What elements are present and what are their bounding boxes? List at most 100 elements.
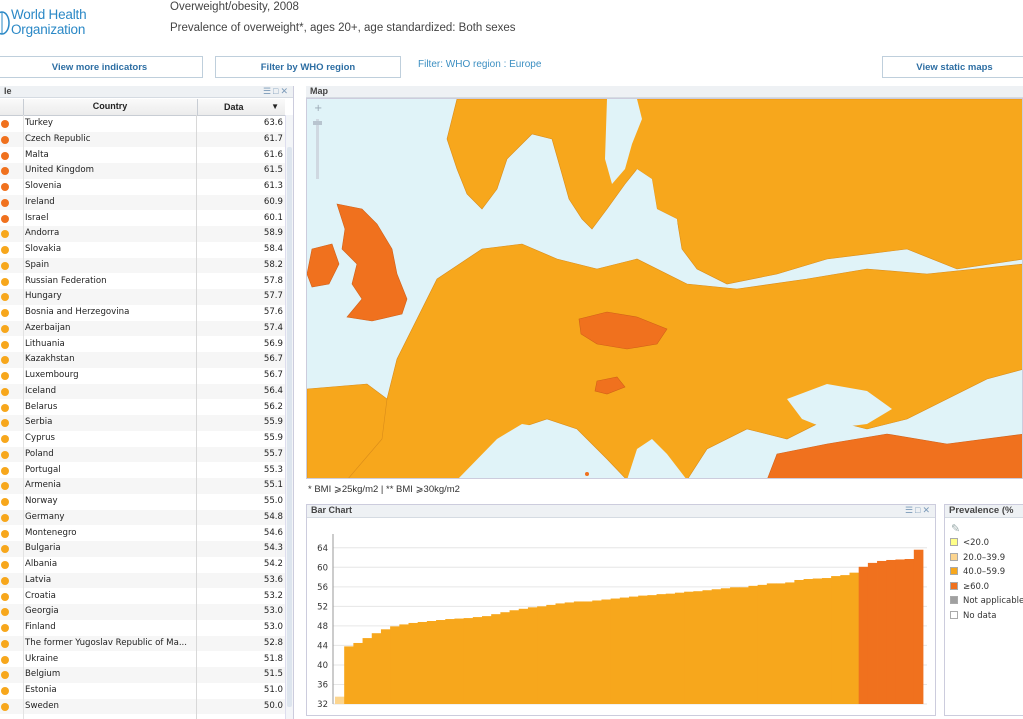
chart-bar[interactable] xyxy=(840,575,850,704)
bar-menu-icon[interactable]: ☰ xyxy=(905,505,915,515)
chart-bar[interactable] xyxy=(849,572,860,704)
table-row[interactable]: Malta 61.6 xyxy=(0,148,285,164)
table-row[interactable]: Slovenia 61.3 xyxy=(0,179,285,195)
chart-bar[interactable] xyxy=(785,582,795,704)
chart-bar[interactable] xyxy=(564,602,575,704)
table-row[interactable]: Russian Federation 57.8 xyxy=(0,274,285,290)
chart-bar[interactable] xyxy=(546,604,556,704)
chart-bar[interactable] xyxy=(537,606,547,704)
sort-desc-icon[interactable]: ▼ xyxy=(271,99,279,115)
map-view[interactable]: + xyxy=(306,98,1023,479)
chart-bar[interactable] xyxy=(794,579,804,704)
chart-bar[interactable] xyxy=(426,621,437,704)
chart-bar[interactable] xyxy=(812,578,823,704)
table-row[interactable]: Cyprus 55.9 xyxy=(0,431,285,447)
menu-icon[interactable]: ☰ xyxy=(263,86,273,96)
chart-bar[interactable] xyxy=(656,594,667,704)
country-column-header[interactable]: Country xyxy=(24,101,196,111)
europe-map[interactable]: + xyxy=(307,99,1023,479)
chart-bar[interactable] xyxy=(867,562,878,704)
chart-bar[interactable] xyxy=(638,595,648,704)
chart-bar[interactable] xyxy=(436,620,446,704)
chart-bar[interactable] xyxy=(702,590,713,704)
pencil-icon[interactable]: ✎ xyxy=(951,522,960,535)
table-row[interactable]: Hungary 57.7 xyxy=(0,289,285,305)
table-row[interactable]: Andorra 58.9 xyxy=(0,226,285,242)
data-column-header[interactable]: Data ▼ xyxy=(197,99,285,115)
chart-bar[interactable] xyxy=(776,583,786,704)
chart-bar[interactable] xyxy=(665,593,676,704)
chart-bar[interactable] xyxy=(482,616,492,704)
chart-bar[interactable] xyxy=(886,559,896,704)
chart-bar[interactable] xyxy=(527,607,538,704)
chart-bar[interactable] xyxy=(399,624,409,704)
chart-bar[interactable] xyxy=(390,626,400,704)
chart-bar[interactable] xyxy=(417,621,428,704)
table-row[interactable]: Germany 54.8 xyxy=(0,509,285,526)
chart-bar[interactable] xyxy=(380,629,391,704)
view-static-maps-button[interactable]: View static maps xyxy=(882,56,1023,78)
chart-bar[interactable] xyxy=(445,619,455,704)
chart-bar[interactable] xyxy=(904,558,915,704)
table-row[interactable]: Slovakia 58.4 xyxy=(0,242,285,258)
table-row[interactable]: Bosnia and Herzegovina 57.6 xyxy=(0,305,285,321)
who-logo[interactable]: World Health Organization xyxy=(0,4,100,38)
table-row[interactable]: Albania 54.2 xyxy=(0,557,285,573)
chart-bar[interactable] xyxy=(491,614,501,704)
table-row[interactable]: Montenegro 54.6 xyxy=(0,526,285,542)
table-row[interactable]: Serbia 55.9 xyxy=(0,415,285,431)
view-more-indicators-button[interactable]: View more indicators xyxy=(0,56,203,78)
table-row[interactable]: Kazakhstan 56.7 xyxy=(0,352,285,368)
chart-bar[interactable] xyxy=(913,549,924,704)
chart-bar[interactable] xyxy=(674,592,685,704)
chart-bar[interactable] xyxy=(720,588,731,704)
chart-bar[interactable] xyxy=(757,584,768,704)
chart-bar[interactable] xyxy=(583,601,593,704)
chart-bar[interactable] xyxy=(895,559,906,704)
chart-bar[interactable] xyxy=(831,576,841,704)
table-row[interactable]: Armenia 55.1 xyxy=(0,478,285,494)
chart-bar[interactable] xyxy=(629,596,639,704)
chart-bar[interactable] xyxy=(748,585,759,704)
chart-bar[interactable] xyxy=(500,612,510,704)
table-row[interactable]: Estonia 51.0 xyxy=(0,683,285,699)
chart-bar[interactable] xyxy=(877,560,887,704)
chart-bar[interactable] xyxy=(555,603,566,704)
table-row[interactable]: Belgium 51.5 xyxy=(0,667,285,683)
table-row[interactable]: Azerbaijan 57.4 xyxy=(0,320,285,337)
table-row[interactable]: Latvia 53.6 xyxy=(0,572,285,589)
chart-bar[interactable] xyxy=(463,618,474,704)
chart-bar[interactable] xyxy=(592,600,602,704)
bar-close-icon[interactable]: ✕ xyxy=(922,505,932,515)
chart-bar[interactable] xyxy=(601,599,612,704)
table-row[interactable]: Lithuania 56.9 xyxy=(0,337,285,353)
chart-bar[interactable] xyxy=(739,587,749,704)
chart-bar[interactable] xyxy=(509,610,520,704)
table-row[interactable]: The former Yugoslav Republic of Ma... 52.… xyxy=(0,635,285,652)
close-icon[interactable]: ✕ xyxy=(280,86,290,96)
chart-bar[interactable] xyxy=(472,617,483,704)
chart-bar[interactable] xyxy=(711,589,722,704)
chart-bar[interactable] xyxy=(766,583,777,704)
chart-bar[interactable] xyxy=(821,578,832,704)
chart-bar[interactable] xyxy=(371,633,382,704)
chart-bar[interactable] xyxy=(684,591,694,704)
table-row[interactable]: Ukraine 51.8 xyxy=(0,652,285,668)
chart-bar[interactable] xyxy=(647,595,657,704)
table-row[interactable]: Poland 55.7 xyxy=(0,446,285,463)
table-row[interactable]: Ireland 60.9 xyxy=(0,194,285,211)
table-row[interactable]: Czech Republic 61.7 xyxy=(0,131,285,148)
table-row[interactable]: Luxembourg 56.7 xyxy=(0,368,285,384)
chart-bar[interactable] xyxy=(335,696,345,704)
table-row[interactable]: Finland 53.0 xyxy=(0,620,285,636)
chart-bar[interactable] xyxy=(730,587,740,704)
chart-bar[interactable] xyxy=(693,591,703,704)
chart-bar[interactable] xyxy=(408,622,419,704)
chart-bar[interactable] xyxy=(353,642,363,704)
chart-bar[interactable] xyxy=(803,579,814,704)
chart-bar[interactable] xyxy=(619,597,630,704)
scrollbar-thumb[interactable] xyxy=(287,147,292,707)
table-row[interactable]: Turkey 63.6 xyxy=(0,116,285,132)
table-row[interactable]: Belarus 56.2 xyxy=(0,400,285,416)
table-row[interactable]: Israel 60.1 xyxy=(0,211,285,227)
